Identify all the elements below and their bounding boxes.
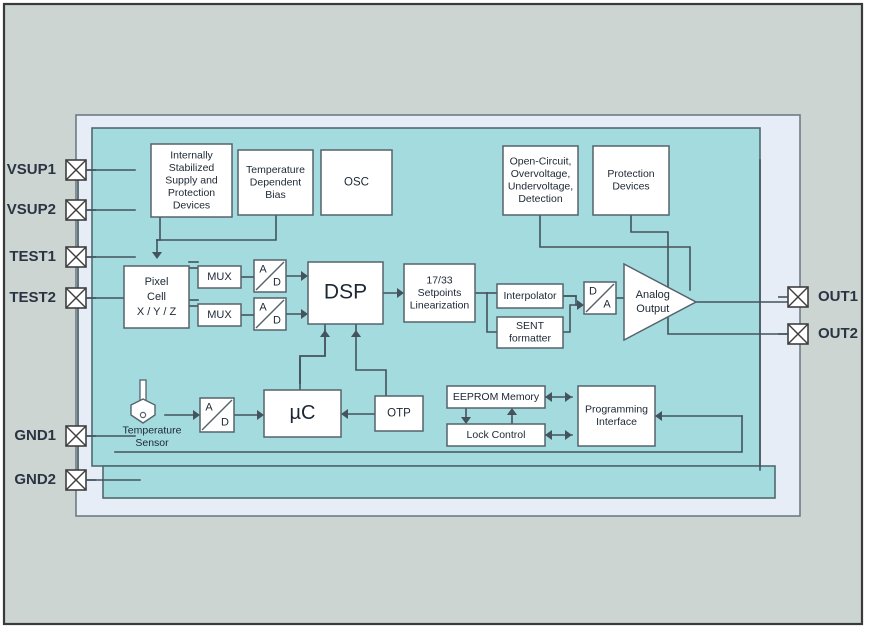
block-osc-label: OSC <box>344 177 369 189</box>
converter-tempadc[interactable]: AD <box>199 397 235 433</box>
block-osc[interactable]: OSC <box>320 149 393 216</box>
pin-VSUP2-label: VSUP2 <box>7 201 56 218</box>
block-sentformatter[interactable]: SENTformatter <box>496 316 564 349</box>
block-lockcontrol[interactable]: Lock Control <box>446 423 546 447</box>
block-proginterface[interactable]: ProgrammingInterface <box>577 385 656 447</box>
die-area-ground-band <box>102 465 776 499</box>
converter-tempadc-bottom-label: D <box>221 416 229 428</box>
temperature-sensor-label: Sensor <box>135 437 169 449</box>
block-uc[interactable]: µC <box>263 389 342 438</box>
analog-output-label: Output <box>636 303 669 315</box>
pin-OUT2-label: OUT2 <box>818 325 858 342</box>
block-protection[interactable]: ProtectionDevices <box>592 145 670 216</box>
pin-GND1-label: GND1 <box>14 427 56 444</box>
block-tempbias-label: Bias <box>265 189 285 201</box>
block-mux1-label: MUX <box>207 271 232 283</box>
block-pixelcell-label: Cell <box>147 291 166 303</box>
pin-OUT1-label: OUT1 <box>818 288 858 305</box>
converter-adc2[interactable]: AD <box>253 297 287 331</box>
pin-VSUP1[interactable]: VSUP1 <box>7 159 96 181</box>
block-eeprom-label: EEPROM Memory <box>453 391 540 403</box>
pin-GND1[interactable]: GND1 <box>14 425 96 447</box>
block-detection[interactable]: Open-Circuit,Overvoltage,Undervoltage,De… <box>502 145 579 216</box>
block-pixelcell-label: X / Y / Z <box>137 306 177 318</box>
block-tempbias[interactable]: TemperatureDependentBias <box>237 149 314 216</box>
converter-tempadc-top-label: A <box>205 401 213 413</box>
block-linearization-label: Setpoints <box>418 287 462 299</box>
block-interpolator[interactable]: Interpolator <box>496 283 564 309</box>
pin-TEST2-label: TEST2 <box>9 289 56 306</box>
pin-OUT2[interactable]: OUT2 <box>778 323 858 345</box>
block-detection-label: Detection <box>518 193 563 205</box>
block-linearization-label: 17/33 <box>426 274 452 286</box>
block-lockcontrol-label: Lock Control <box>467 429 526 441</box>
pin-TEST1-label: TEST1 <box>9 248 56 265</box>
block-proginterface-label: Programming <box>585 404 648 416</box>
block-tempbias-label: Temperature <box>246 164 305 176</box>
block-mux1[interactable]: MUX <box>197 265 242 289</box>
block-pixelcell[interactable]: Pixel Cell X / Y / Z <box>123 265 190 329</box>
pin-VSUP1-label: VSUP1 <box>7 161 56 178</box>
temperature-sensor-label: Temperature <box>123 425 182 437</box>
block-uc-label: µC <box>290 402 316 424</box>
converter-adc1[interactable]: AD <box>253 259 287 293</box>
block-linearization[interactable]: 17/33SetpointsLinearization <box>403 263 476 323</box>
block-supply-label: Internally <box>170 149 213 161</box>
block-mux2[interactable]: MUX <box>197 303 242 327</box>
analog-output-label: Analog <box>636 289 670 301</box>
converter-dac[interactable]: DA <box>583 281 617 315</box>
block-sentformatter-label: formatter <box>509 333 552 345</box>
diagram-canvas: Internally Stabilized Supply and Protection… <box>0 0 869 630</box>
pin-GND2-label: GND2 <box>14 471 56 488</box>
block-pixelcell-label: Pixel <box>145 276 169 288</box>
block-supply-label: Protection <box>168 187 215 199</box>
block-supply-label: Stabilized <box>169 162 215 174</box>
block-protection-label: Devices <box>612 181 649 193</box>
block-detection-label: Overvoltage, <box>511 168 571 180</box>
block-supply-label: Devices <box>173 199 210 211</box>
block-detection-label: Open-Circuit, <box>510 156 572 168</box>
block-supply[interactable]: InternallyStabilizedSupply andProtection… <box>150 143 233 218</box>
converter-adc2-bottom-label: D <box>273 314 281 326</box>
pin-TEST2[interactable]: TEST2 <box>9 287 96 309</box>
pin-GND2[interactable]: GND2 <box>14 469 96 491</box>
block-diagram-svg: InternallyStabilizedSupply andProtection… <box>2 2 864 626</box>
block-proginterface-label: Interface <box>596 416 637 428</box>
block-otp[interactable]: OTP <box>374 395 424 432</box>
block-mux2-label: MUX <box>207 309 232 321</box>
block-interpolator-label: Interpolator <box>503 290 557 302</box>
block-protection-label: Protection <box>607 168 654 180</box>
pin-OUT1[interactable]: OUT1 <box>778 286 858 308</box>
converter-adc1-top-label: A <box>259 263 267 275</box>
converter-adc2-top-label: A <box>259 301 267 313</box>
block-eeprom[interactable]: EEPROM Memory <box>446 385 546 409</box>
pin-TEST1[interactable]: TEST1 <box>9 246 96 268</box>
block-dsp[interactable]: DSP <box>307 261 384 325</box>
block-sentformatter-label: SENT <box>516 320 545 332</box>
converter-adc1-bottom-label: D <box>273 276 281 288</box>
block-linearization-label: Linearization <box>410 299 470 311</box>
block-otp-label: OTP <box>387 408 411 420</box>
block-dsp-label: DSP <box>324 281 367 304</box>
converter-dac-bottom-label: A <box>603 298 611 310</box>
block-supply-label: Supply and <box>165 174 218 186</box>
converter-dac-top-label: D <box>589 285 597 297</box>
pin-VSUP2[interactable]: VSUP2 <box>7 199 96 221</box>
block-detection-label: Undervoltage, <box>508 181 573 193</box>
block-tempbias-label: Dependent <box>250 176 301 188</box>
